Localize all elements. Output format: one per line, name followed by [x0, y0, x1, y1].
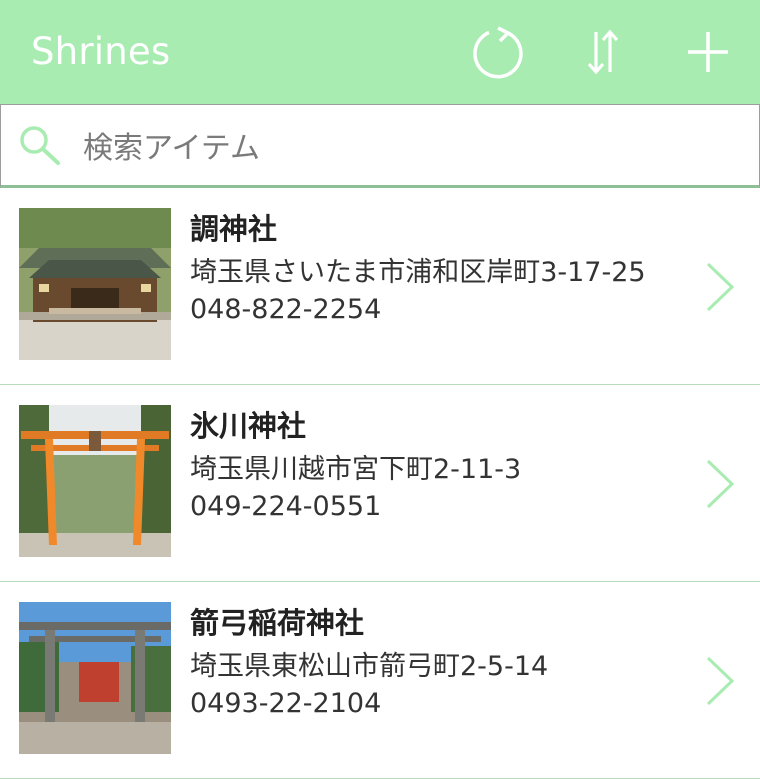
shrine-name: 箭弓稲荷神社	[190, 606, 365, 640]
thumbnail-image	[19, 208, 171, 360]
shrine-hall-photo	[19, 208, 171, 360]
search-bar	[0, 104, 760, 188]
chevron-right-icon	[706, 656, 735, 706]
shrine-address: 埼玉県川越市宮下町2-11-3	[190, 454, 522, 485]
chevron-right-icon	[706, 262, 735, 312]
chevron-right-icon	[706, 459, 735, 509]
shrine-address: 埼玉県さいたま市浦和区岸町3-17-25	[190, 257, 646, 288]
stone-torii-photo	[19, 602, 171, 754]
add-button[interactable]	[680, 24, 736, 80]
shrine-name: 氷川神社	[190, 409, 307, 443]
search-icon	[20, 126, 60, 165]
torii-gate-photo	[19, 405, 171, 557]
shrine-address: 埼玉県東松山市箭弓町2-5-14	[190, 651, 549, 682]
shrine-name: 調神社	[190, 212, 278, 246]
list-item[interactable]: 調神社 埼玉県さいたま市浦和区岸町3-17-25 048-822-2254	[0, 188, 760, 385]
shrine-list: 調神社 埼玉県さいたま市浦和区岸町3-17-25 048-822-2254 氷川…	[0, 188, 760, 779]
shrine-phone: 048-822-2254	[190, 294, 382, 325]
refresh-button[interactable]	[470, 24, 526, 80]
list-item[interactable]: 箭弓稲荷神社 埼玉県東松山市箭弓町2-5-14 0493-22-2104	[0, 582, 760, 779]
list-item[interactable]: 氷川神社 埼玉県川越市宮下町2-11-3 049-224-0551	[0, 385, 760, 582]
sort-button[interactable]	[575, 24, 631, 80]
thumbnail-image	[19, 602, 171, 754]
page-title: Shrines	[31, 30, 171, 73]
app-header: Shrines	[0, 0, 760, 104]
refresh-icon	[473, 26, 523, 79]
search-input[interactable]	[81, 125, 725, 171]
plus-icon	[688, 32, 728, 72]
shrine-phone: 049-224-0551	[190, 491, 382, 522]
sort-icon	[587, 29, 619, 75]
shrine-phone: 0493-22-2104	[190, 688, 382, 719]
thumbnail-image	[19, 405, 171, 557]
